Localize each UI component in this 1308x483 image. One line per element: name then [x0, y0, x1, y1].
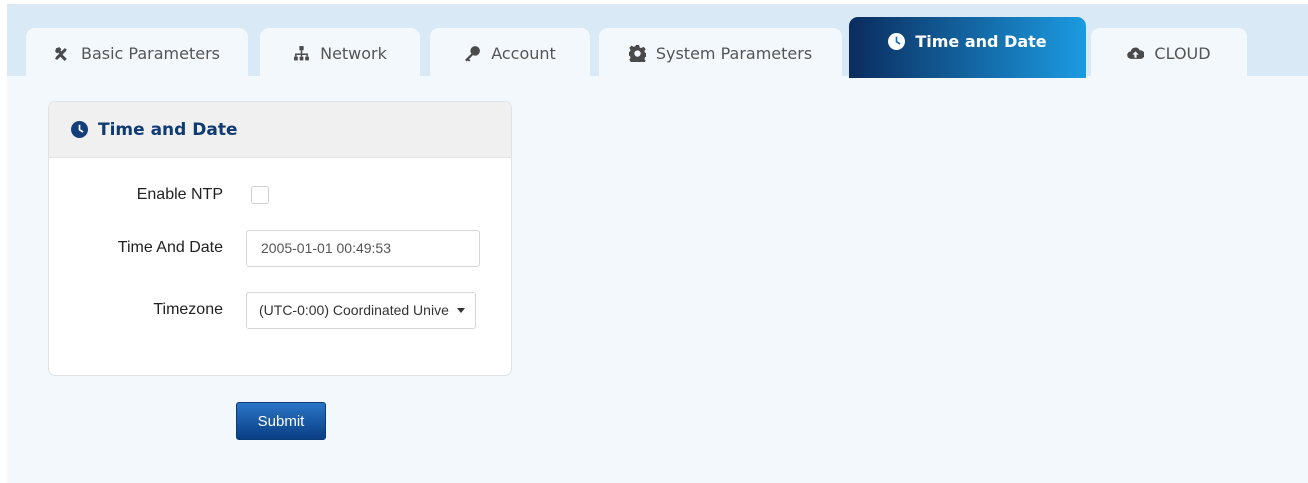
tab-account[interactable]: Account — [430, 28, 590, 78]
timezone-selected-value: (UTC-0:00) Coordinated Universal Time — [259, 302, 449, 318]
tab-basic-parameters[interactable]: Basic Parameters — [26, 28, 248, 78]
time-and-date-label: Time And Date — [117, 239, 223, 256]
tab-system-parameters[interactable]: System Parameters — [599, 28, 842, 78]
tab-bar: Basic Parameters Network Account System … — [7, 4, 1308, 78]
enable-ntp-checkbox[interactable] — [251, 186, 269, 204]
gear-icon — [628, 44, 646, 62]
panel-title: Time and Date — [98, 119, 238, 140]
key-icon — [465, 45, 481, 62]
enable-ntp-label: Enable NTP — [136, 186, 223, 203]
time-and-date-panel: Time and Date Enable NTP Time And Date 2… — [48, 101, 512, 376]
tab-time-and-date[interactable]: Time and Date — [849, 17, 1086, 78]
timezone-select[interactable]: (UTC-0:00) Coordinated Universal Time — [246, 292, 476, 329]
tab-cloud[interactable]: CLOUD — [1091, 28, 1247, 78]
app-container: Basic Parameters Network Account System … — [7, 4, 1308, 483]
caret-down-icon — [457, 308, 465, 313]
time-and-date-input[interactable]: 2005-01-01 00:49:53 — [246, 230, 480, 267]
tools-icon — [55, 46, 67, 61]
tab-label: Network — [320, 43, 387, 63]
cloud-icon — [1127, 47, 1145, 59]
sitemap-icon — [294, 45, 310, 60]
tab-label: Account — [491, 43, 556, 63]
tab-network[interactable]: Network — [260, 28, 420, 78]
panel-header: Time and Date — [49, 102, 511, 158]
clock-icon — [888, 33, 906, 50]
tab-label: Time and Date — [915, 32, 1047, 51]
tab-label: Basic Parameters — [80, 43, 221, 63]
tab-label: System Parameters — [655, 43, 813, 63]
submit-button[interactable]: Submit — [236, 402, 326, 440]
tab-label: CLOUD — [1154, 43, 1211, 63]
timezone-label: Timezone — [153, 301, 223, 318]
clock-icon — [71, 121, 88, 138]
